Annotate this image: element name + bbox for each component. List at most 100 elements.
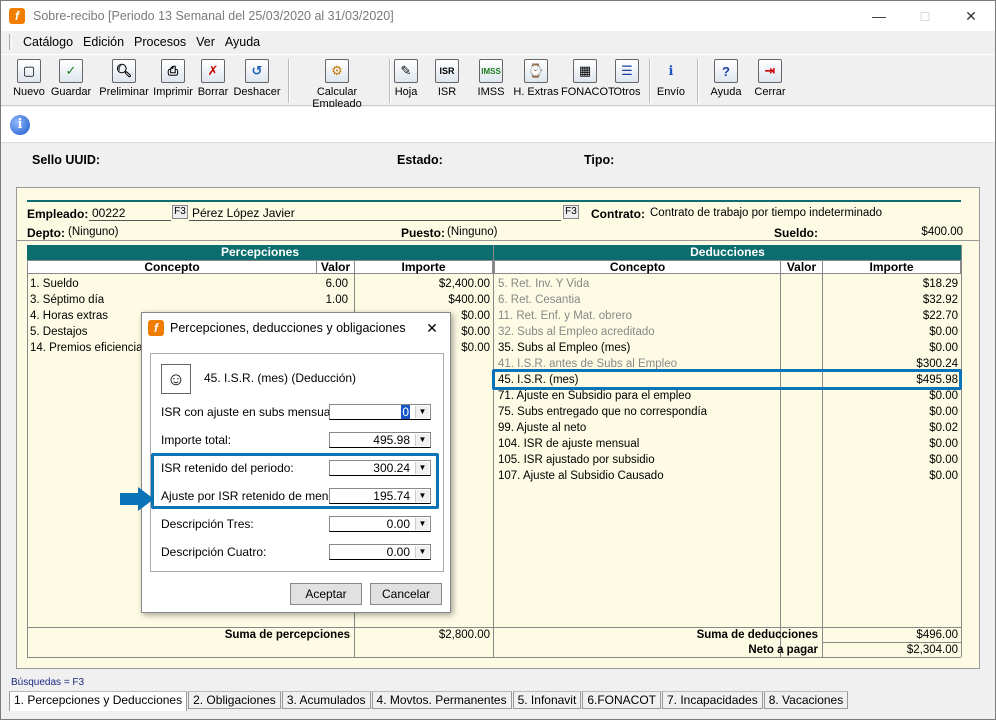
toolbar-preliminar-button[interactable]: 🔍︎ Preliminar — [99, 59, 149, 98]
ded-row-importe[interactable]: $0.00 — [825, 452, 958, 468]
ded-row-concepto[interactable]: 11. Ret. Enf. y Mat. obrero — [498, 308, 778, 324]
toolbar-calcular-button[interactable]: ⚙ Calcular Empleado — [291, 59, 383, 110]
info-icon[interactable]: i — [10, 115, 30, 135]
menu-ayuda[interactable]: Ayuda — [220, 35, 265, 49]
chevron-down-icon[interactable]: ▼ — [415, 518, 429, 530]
perc-row-concepto[interactable]: 5. Destajos — [30, 324, 150, 340]
neto-pagar-label: Neto a pagar — [748, 644, 818, 656]
perc-row-concepto[interactable]: 14. Premios eficiencia — [30, 340, 150, 356]
descripcion-cuatro-field[interactable]: 0.00 ▼ — [329, 544, 431, 560]
menu-bar: Catálogo Edición Procesos Ver Ayuda — [1, 31, 995, 53]
close-button[interactable]: ✕ — [948, 1, 994, 31]
ded-row-importe[interactable]: $0.00 — [825, 468, 958, 484]
ded-row-importe[interactable]: $0.00 — [825, 404, 958, 420]
ded-row-importe[interactable]: $32.92 — [825, 292, 958, 308]
toolbar-fonacot-button[interactable]: ▦ FONACOT — [561, 59, 615, 98]
tab-infonavit[interactable]: 5. Infonavit — [512, 691, 582, 709]
depto-value: (Ninguno) — [68, 226, 119, 238]
perc-row-concepto[interactable]: 3. Séptimo día — [30, 292, 314, 308]
menu-grip — [9, 34, 12, 50]
sello-uuid-label: Sello UUID: — [32, 153, 101, 167]
toolbar-imprimir-button[interactable]: ⎙ Imprimir — [153, 59, 193, 98]
ded-row-importe[interactable]: $0.02 — [825, 420, 958, 436]
toolbar-separator — [288, 59, 290, 103]
ded-row-importe[interactable]: $18.29 — [825, 276, 958, 292]
tab-acumulados[interactable]: 3. Acumulados — [281, 691, 371, 709]
cancelar-button[interactable]: Cancelar — [370, 583, 442, 605]
tab-movtos[interactable]: 4. Movtos. Permanentes — [371, 691, 512, 709]
ded-col-valor: Valor — [780, 260, 823, 274]
tab-percepciones[interactable]: 1. Percepciones y Deducciones — [9, 691, 188, 711]
perc-row-valor[interactable]: 1.00 — [314, 292, 348, 308]
ded-row-importe[interactable]: $0.00 — [825, 388, 958, 404]
contrato-label: Contrato: — [591, 207, 645, 221]
ded-row-concepto[interactable]: 75. Subs entregado que no correspondía — [498, 404, 778, 420]
ded-row-concepto[interactable]: 105. ISR ajustado por subsidio — [498, 452, 778, 468]
menu-catalogo[interactable]: Catálogo — [18, 35, 78, 49]
dialog-close-button[interactable]: ✕ — [420, 317, 444, 339]
toolbar-cerrar-button[interactable]: ⇥ Cerrar — [752, 59, 788, 98]
contrato-f3-button[interactable]: F3 — [563, 205, 579, 219]
ded-row-importe[interactable]: $0.00 — [825, 340, 958, 356]
toolbar-nuevo-button[interactable]: ▢ Nuevo — [12, 59, 46, 98]
toolbar-imss-button[interactable]: IMSS IMSS — [476, 59, 506, 98]
grid-line — [27, 274, 28, 657]
ded-row-importe[interactable]: $0.00 — [825, 324, 958, 340]
ded-row-concepto[interactable]: 5. Ret. Inv. Y Vida — [498, 276, 778, 292]
toolbar-deshacer-button[interactable]: ↺ Deshacer — [232, 59, 282, 98]
chevron-down-icon[interactable]: ▼ — [415, 406, 429, 418]
totals-divider — [27, 657, 961, 658]
pointer-arrow-icon — [120, 487, 154, 511]
empleado-id-field[interactable]: 00222 — [92, 206, 125, 220]
app-logo-icon: f — [9, 8, 25, 24]
perc-row-concepto[interactable]: 4. Horas extras — [30, 308, 150, 324]
dialog-body: ☺ 45. I.S.R. (mes) (Deducción) ISR con a… — [150, 353, 444, 572]
concept-name: 45. I.S.R. (mes) (Deducción) — [204, 371, 357, 385]
tab-obligaciones[interactable]: 2. Obligaciones — [188, 691, 281, 709]
perc-row-importe[interactable]: $400.00 — [357, 292, 490, 308]
chevron-down-icon[interactable]: ▼ — [415, 546, 429, 558]
ded-row-importe[interactable]: $22.70 — [825, 308, 958, 324]
tab-incapacidades[interactable]: 7. Incapacidades — [661, 691, 763, 709]
app-logo-icon: f — [148, 320, 164, 336]
toolbar-ayuda-button[interactable]: ? Ayuda — [708, 59, 744, 98]
toolbar-hextras-button[interactable]: ⌚ H. Extras — [512, 59, 560, 98]
isr-ajuste-field[interactable]: 0 ▼ — [329, 404, 431, 420]
ded-row-concepto[interactable]: 99. Ajuste al neto — [498, 420, 778, 436]
ded-col-concepto: Concepto — [494, 260, 781, 274]
ded-row-concepto[interactable]: 6. Ret. Cesantia — [498, 292, 778, 308]
chevron-down-icon[interactable]: ▼ — [415, 434, 429, 446]
ded-row-concepto[interactable]: 71. Ajuste en Subsidio para el empleo — [498, 388, 778, 404]
perc-row-valor[interactable]: 6.00 — [314, 276, 348, 292]
toolbar-isr-button[interactable]: ISR ISR — [433, 59, 461, 98]
perc-row-concepto[interactable]: 1. Sueldo — [30, 276, 314, 292]
busquedas-hint: Búsquedas = F3 — [11, 677, 85, 688]
contrato-value: Contrato de trabajo por tiempo indetermi… — [650, 207, 883, 219]
toolbar-otros-button[interactable]: ☰ Otros — [612, 59, 642, 98]
ded-row-concepto[interactable]: 35. Subs al Empleo (mes) — [498, 340, 778, 356]
send-icon: ℹ — [668, 63, 674, 78]
maximize-button[interactable]: □ — [902, 1, 948, 31]
ded-row-concepto[interactable]: 32. Subs al Empleo acreditado — [498, 324, 778, 340]
perc-col-concepto: Concepto — [27, 260, 317, 274]
toolbar-envio-button[interactable]: ℹ Envío — [656, 59, 686, 98]
menu-procesos[interactable]: Procesos — [129, 35, 191, 49]
descripcion-tres-field[interactable]: 0.00 ▼ — [329, 516, 431, 532]
importe-total-field[interactable]: 495.98 ▼ — [329, 432, 431, 448]
aceptar-button[interactable]: Aceptar — [290, 583, 362, 605]
menu-edicion[interactable]: Edición — [78, 35, 129, 49]
ded-row-concepto[interactable]: 104. ISR de ajuste mensual — [498, 436, 778, 452]
empleado-f3-button[interactable]: F3 — [172, 205, 188, 219]
tab-vacaciones[interactable]: 8. Vacaciones — [763, 691, 849, 709]
toolbar-guardar-button[interactable]: ✓ Guardar — [50, 59, 92, 98]
tab-fonacot[interactable]: 6.FONACOT — [582, 691, 661, 709]
ded-row-concepto[interactable]: 107. Ajuste al Subsidio Causado — [498, 468, 778, 484]
info-bar: i — [1, 107, 995, 143]
menu-ver[interactable]: Ver — [191, 35, 220, 49]
toolbar-separator — [697, 59, 699, 103]
toolbar-hoja-button[interactable]: ✎ Hoja — [393, 59, 419, 98]
toolbar-borrar-button[interactable]: ✗ Borrar — [196, 59, 230, 98]
perc-row-importe[interactable]: $2,400.00 — [357, 276, 490, 292]
minimize-button[interactable]: — — [856, 1, 902, 31]
ded-row-importe[interactable]: $0.00 — [825, 436, 958, 452]
